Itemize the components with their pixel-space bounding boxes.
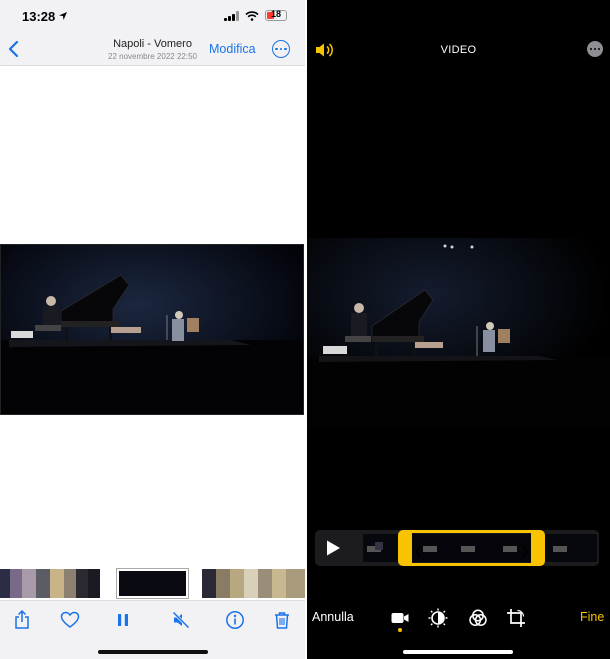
ellipsis-circle-icon[interactable] <box>272 40 290 58</box>
trim-timeline[interactable]: ❬ ❭ <box>315 530 599 566</box>
info-icon[interactable] <box>225 610 245 630</box>
photo-location-title: Napoli - Vomero <box>113 38 192 50</box>
video-frame[interactable] <box>0 244 304 415</box>
concert-scene <box>307 238 610 428</box>
status-time: 13:28 <box>22 9 56 24</box>
video-preview[interactable] <box>307 238 610 428</box>
active-tool-indicator <box>398 628 402 632</box>
share-icon[interactable] <box>12 610 32 630</box>
video-camera-icon[interactable] <box>390 608 410 628</box>
edit-button[interactable]: Modifica <box>209 42 256 56</box>
trim-handle-right-icon[interactable]: ❭ <box>519 543 530 559</box>
heart-icon[interactable] <box>60 610 80 630</box>
video-editor-screen: VIDEO ❬ ❭ Annulla Fine <box>307 0 610 659</box>
battery-level: 18 <box>270 9 281 19</box>
crop-rotate-icon[interactable] <box>506 608 526 628</box>
done-button[interactable]: Fine <box>580 610 604 624</box>
chevron-left-icon[interactable] <box>6 37 22 61</box>
thumbnail-strip[interactable] <box>0 569 305 598</box>
cellular-signal-icon <box>224 10 239 21</box>
home-indicator <box>403 650 513 654</box>
cancel-button[interactable]: Annulla <box>312 610 354 624</box>
photo-date: 22 novembre 2022 22:50 <box>108 52 197 61</box>
photos-viewer-screen: 13:28 18 Napoli - Vomero 22 novembre 202… <box>0 0 305 659</box>
editor-mode-title: VIDEO <box>440 44 477 56</box>
status-icons: 18 <box>224 9 287 21</box>
speaker-muted-icon[interactable] <box>171 610 191 630</box>
wifi-icon <box>245 10 259 21</box>
nav-bar: Napoli - Vomero 22 novembre 2022 22:50 M… <box>0 34 305 66</box>
battery-icon: 18 <box>265 9 287 21</box>
play-icon[interactable] <box>324 539 342 557</box>
home-indicator <box>98 650 208 654</box>
ellipsis-circle-icon[interactable] <box>587 41 603 57</box>
concert-scene <box>1 245 303 414</box>
location-arrow-icon <box>59 12 67 20</box>
trim-handle-left-icon[interactable]: ❬ <box>413 543 424 559</box>
selected-thumbnail[interactable] <box>117 569 188 598</box>
pause-icon[interactable] <box>113 610 133 630</box>
adjust-dial-icon[interactable] <box>428 608 448 628</box>
trash-icon[interactable] <box>272 610 292 630</box>
trim-selection[interactable]: ❬ ❭ <box>398 530 545 566</box>
filters-icon[interactable] <box>468 608 488 628</box>
status-bar: 13:28 18 <box>0 0 305 34</box>
